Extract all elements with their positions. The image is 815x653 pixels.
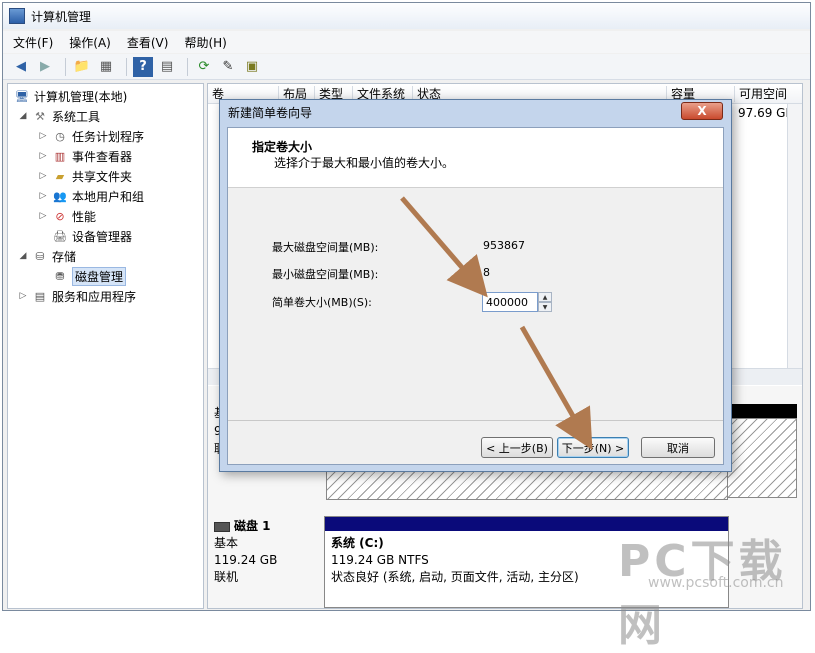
tree-root[interactable]: 🖥 计算机管理(本地) (14, 86, 127, 106)
disk1-status: 联机 (214, 570, 239, 584)
cancel-button[interactable]: 取消 (641, 437, 715, 458)
menu-file[interactable]: 文件(F) (13, 34, 53, 51)
shared-folder-icon: ▰ (55, 169, 65, 183)
expand-icon[interactable]: ▷ (38, 131, 48, 141)
tree-local-users[interactable]: ▷ 👥 本地用户和组 (38, 186, 144, 206)
volume-size-input[interactable] (482, 292, 538, 312)
wizard-subheading: 选择介于最大和最小值的卷大小。 (274, 156, 455, 170)
min-size-value: 8 (483, 266, 490, 279)
users-icon: 👥 (53, 189, 67, 203)
storage-icon: ⛁ (35, 249, 45, 263)
wizard-heading: 指定卷大小 (252, 140, 313, 154)
close-icon: X (697, 104, 707, 118)
tree-device-manager-label: 设备管理器 (72, 229, 133, 244)
forward-icon[interactable]: ▶ (35, 57, 55, 77)
tree-shared-folders-label: 共享文件夹 (72, 169, 133, 184)
row-free-space: 97.69 GB (738, 106, 794, 120)
expand-icon[interactable]: ▷ (38, 191, 48, 201)
title-bar: 计算机管理 (3, 3, 810, 29)
tree-local-users-label: 本地用户和组 (72, 189, 145, 204)
help-icon[interactable]: ? (133, 56, 153, 77)
tree-services-apps-label: 服务和应用程序 (52, 289, 137, 304)
wizard-header: 指定卷大小 选择介于最大和最小值的卷大小。 (228, 128, 723, 188)
disk-management-icon: ⛃ (55, 269, 65, 283)
volume-size-label: 简单卷大小(MB)(S): (272, 296, 372, 309)
expand-icon[interactable]: ▷ (38, 151, 48, 161)
tree-system-tools[interactable]: ◢ ⚒ 系统工具 (18, 106, 100, 126)
close-button[interactable]: X (681, 102, 723, 120)
volume-size-stepper: ▲ ▼ (482, 292, 552, 312)
tree-disk-management[interactable]: ⛃ 磁盘管理 (52, 266, 127, 286)
disk1-info[interactable]: 磁盘 1 基本 119.24 GB 联机 (214, 518, 277, 586)
menu-help[interactable]: 帮助(H) (184, 34, 226, 51)
performance-icon: ⊘ (55, 209, 65, 223)
disk1-type: 基本 (214, 536, 239, 550)
disk1-size: 119.24 GB (214, 553, 278, 567)
tree-system-tools-label: 系统工具 (52, 109, 101, 124)
show-hide-action-pane-icon[interactable]: ▤ (157, 57, 177, 77)
tools-icon: ⚒ (35, 109, 45, 123)
watermark: PC下载网 www.pcsoft.com.cn (608, 505, 808, 651)
toolbar: ◀ ▶ 📁 ▦ ? ▤ ⟳ ✎ ▣ (3, 54, 810, 80)
disk0-unallocated-bar (727, 404, 797, 418)
tree-event-viewer[interactable]: ▷ ▥ 事件查看器 (38, 146, 132, 166)
expand-icon[interactable]: ▷ (38, 171, 48, 181)
footer-divider (228, 420, 723, 421)
max-size-value: 953867 (483, 239, 525, 252)
back-icon[interactable]: ◀ (11, 57, 31, 77)
collapse-icon[interactable]: ◢ (18, 111, 28, 121)
tree-storage[interactable]: ◢ ⛁ 存储 (18, 246, 76, 266)
menu-view[interactable]: 查看(V) (127, 34, 169, 51)
new-simple-volume-wizard: 新建简单卷向导 X 指定卷大小 选择介于最大和最小值的卷大小。 最大磁盘空间量(… (219, 99, 732, 472)
toolbar-separator (126, 57, 127, 76)
toolbar-separator (65, 57, 66, 76)
device-manager-icon: 🖨 (53, 229, 67, 243)
refresh-icon[interactable]: ⟳ (194, 57, 214, 77)
properties-icon[interactable]: ✎ (218, 57, 238, 77)
computer-icon: 🖥 (15, 89, 29, 103)
disk-icon (214, 521, 230, 532)
min-size-label: 最小磁盘空间量(MB): (272, 268, 379, 281)
tree-storage-label: 存储 (52, 249, 77, 264)
tree-shared-folders[interactable]: ▷ ▰ 共享文件夹 (38, 166, 132, 186)
watermark-url: www.pcsoft.com.cn (648, 575, 784, 591)
back-button[interactable]: < 上一步(B) (481, 437, 553, 458)
window-title: 计算机管理 (31, 9, 92, 24)
services-icon: ▤ (34, 289, 46, 303)
expand-icon[interactable]: ▷ (18, 291, 28, 301)
expand-icon[interactable]: ▷ (38, 211, 48, 221)
computer-management-icon (9, 8, 25, 24)
event-viewer-icon: ▥ (54, 149, 66, 163)
col-free-space[interactable]: 可用空间 (734, 86, 802, 102)
export-icon[interactable]: ▣ (242, 57, 262, 77)
next-button[interactable]: 下一步(N) > (557, 437, 629, 458)
navigation-tree: 🖥 计算机管理(本地) ◢ ⚒ 系统工具 ▷ ◷ 任务计划程序 ▷ ▥ 事件查看… (7, 83, 204, 609)
max-size-label: 最大磁盘空间量(MB): (272, 241, 379, 254)
tree-task-scheduler[interactable]: ▷ ◷ 任务计划程序 (38, 126, 144, 146)
tree-performance-label: 性能 (72, 209, 97, 224)
spin-up-icon[interactable]: ▲ (538, 292, 552, 302)
menu-bar: 文件(F) 操作(A) 查看(V) 帮助(H) (3, 31, 810, 53)
up-icon[interactable]: 📁 (72, 57, 92, 77)
disk0-unallocated-partition[interactable] (727, 418, 797, 498)
tree-performance[interactable]: ▷ ⊘ 性能 (38, 206, 96, 226)
vertical-scrollbar[interactable] (787, 104, 802, 368)
dialog-title: 新建简单卷向导 (228, 106, 313, 120)
show-hide-tree-icon[interactable]: ▦ (96, 57, 116, 77)
spin-down-icon[interactable]: ▼ (538, 302, 552, 312)
tree-event-viewer-label: 事件查看器 (72, 149, 133, 164)
collapse-icon[interactable]: ◢ (18, 251, 28, 261)
tree-device-manager[interactable]: 🖨 设备管理器 (52, 226, 132, 246)
dialog-body: 指定卷大小 选择介于最大和最小值的卷大小。 最大磁盘空间量(MB): 95386… (227, 127, 724, 465)
toolbar-separator (187, 57, 188, 76)
tree-task-scheduler-label: 任务计划程序 (72, 129, 145, 144)
tree-root-label: 计算机管理(本地) (34, 89, 128, 104)
disk0-selected-partition[interactable] (326, 470, 728, 500)
clock-icon: ◷ (55, 129, 65, 143)
tree-disk-management-label: 磁盘管理 (72, 266, 127, 286)
menu-action[interactable]: 操作(A) (69, 34, 111, 51)
disk1-name: 磁盘 1 (234, 519, 271, 533)
tree-services-apps[interactable]: ▷ ▤ 服务和应用程序 (18, 286, 136, 306)
